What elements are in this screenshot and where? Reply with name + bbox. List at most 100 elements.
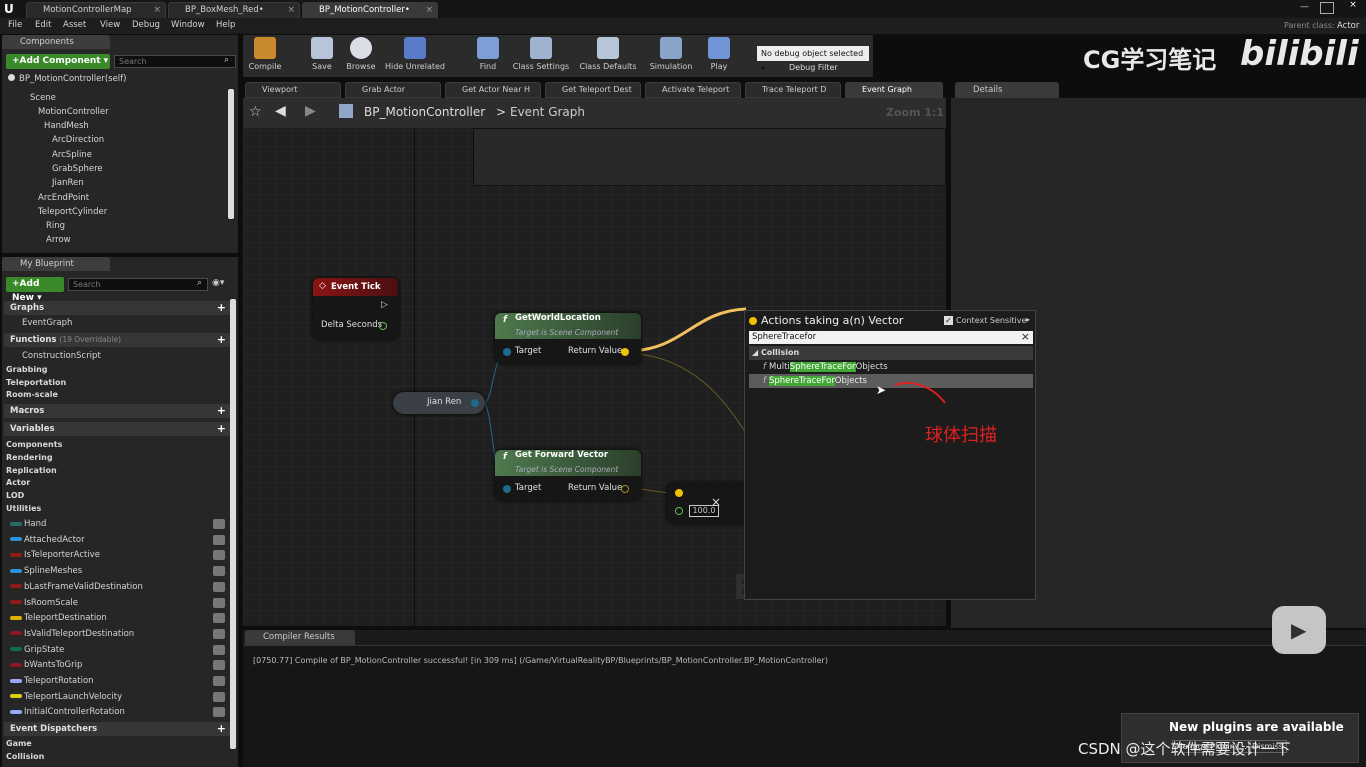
variable-item[interactable]: InitialControllerRotation (10, 707, 125, 717)
variable-item[interactable]: AttachedActor (10, 535, 85, 545)
doc-tab-motioncontroller[interactable]: BP_MotionController• × (302, 2, 438, 18)
tree-arcendpoint[interactable]: ArcEndPoint (38, 193, 89, 203)
tab-get-actor-near-hand[interactable]: Get Actor Near H (445, 82, 541, 98)
debug-object-select[interactable]: No debug object selected ▾ (757, 46, 869, 73)
variables-header[interactable]: Variables + (4, 422, 230, 436)
target-pin[interactable] (503, 348, 511, 356)
multiply-node[interactable]: × 100.0 (667, 483, 751, 523)
close-icon[interactable]: × (425, 3, 433, 17)
context-menu[interactable]: Actions taking a(n) Vector ✓ Context Sen… (744, 310, 1036, 600)
doc-tab-boxmesh[interactable]: BP_BoxMesh_Red• × (168, 2, 300, 18)
jian-ren-pin[interactable] (471, 399, 479, 407)
visibility-eye-icon[interactable] (213, 597, 225, 608)
construction-script-item[interactable]: ConstructionScript (22, 351, 101, 361)
category-teleportation[interactable]: Teleportation (6, 378, 66, 387)
menu-edit[interactable]: Edit (35, 20, 51, 30)
menu-help[interactable]: Help (216, 20, 235, 30)
components-scrollbar[interactable] (228, 89, 234, 219)
menu-debug[interactable]: Debug (132, 20, 160, 30)
event-tick-node[interactable]: Event Tick ◇ ▷ Delta Seconds (313, 278, 398, 339)
variable-item[interactable]: Hand (10, 519, 46, 529)
functions-header[interactable]: Functions (19 Overridable) + (4, 333, 230, 347)
visibility-eye-icon[interactable] (213, 691, 225, 702)
category-game[interactable]: Game (6, 739, 32, 748)
add-variable-icon[interactable]: + (217, 422, 226, 436)
category-grabbing[interactable]: Grabbing (6, 365, 48, 374)
multiplier-input[interactable]: 100.0 (689, 505, 719, 517)
tree-motioncontroller[interactable]: MotionController (38, 107, 109, 117)
visibility-eye-icon[interactable] (213, 581, 225, 592)
close-icon[interactable]: × (153, 3, 161, 17)
class-settings-button[interactable]: Class Settings (511, 37, 571, 71)
add-component-button[interactable]: +Add Component ▾ (6, 54, 110, 69)
float-input-pin[interactable] (675, 507, 683, 515)
visibility-eye-icon[interactable] (213, 534, 225, 545)
visibility-eye-icon[interactable] (213, 550, 225, 561)
menu-file[interactable]: File (8, 20, 22, 30)
tree-grabsphere[interactable]: GrabSphere (52, 164, 103, 174)
parent-class-value[interactable]: Actor (1337, 21, 1359, 31)
tab-get-teleport-dest[interactable]: Get Teleport Dest (545, 82, 641, 98)
add-function-icon[interactable]: + (217, 333, 226, 347)
category-room-scale[interactable]: Room-scale (6, 390, 58, 399)
visibility-eye-icon[interactable] (213, 566, 225, 577)
close-icon[interactable]: × (287, 3, 295, 17)
visibility-eye-icon[interactable] (213, 613, 225, 624)
blueprint-search-input[interactable]: Search (68, 278, 208, 291)
variable-item[interactable]: IsTeleporterActive (10, 550, 100, 560)
variable-item[interactable]: TeleportDestination (10, 613, 107, 623)
compiler-results-tab[interactable]: Compiler Results (245, 630, 355, 645)
variable-item[interactable]: TeleportRotation (10, 676, 94, 686)
add-dispatcher-icon[interactable]: + (217, 722, 226, 736)
details-tab[interactable]: Details (955, 82, 1059, 98)
add-graph-icon[interactable]: + (217, 301, 226, 315)
return-value-pin[interactable] (621, 485, 629, 493)
target-pin[interactable] (503, 485, 511, 493)
tree-handmesh[interactable]: HandMesh (44, 121, 89, 131)
tree-scene[interactable]: Scene (30, 93, 56, 103)
find-button[interactable]: Find (473, 37, 503, 71)
event-dispatchers-header[interactable]: Event Dispatchers + (4, 722, 230, 736)
visibility-eye-icon[interactable] (213, 660, 225, 671)
add-new-button[interactable]: +Add New ▾ (6, 277, 64, 303)
tree-jianren[interactable]: JianRen (52, 178, 84, 188)
compile-button[interactable]: Compile (245, 37, 285, 71)
clear-search-icon[interactable]: × (1021, 330, 1030, 343)
menu-window[interactable]: Window (171, 20, 205, 30)
action-multi-sphere-trace[interactable]: f MultiSphereTraceForObjects (749, 360, 1033, 374)
tab-viewport[interactable]: Viewport (245, 82, 341, 98)
simulation-button[interactable]: Simulation (647, 37, 695, 71)
action-sphere-trace-selected[interactable]: f SphereTraceForObjects (749, 374, 1033, 388)
category-utilities[interactable]: Utilities (6, 504, 41, 513)
close-window-button[interactable]: × (1344, 0, 1362, 14)
graphs-header[interactable]: Graphs + (4, 301, 230, 315)
tree-arcdirection[interactable]: ArcDirection (52, 135, 104, 145)
category-rendering[interactable]: Rendering (6, 453, 53, 462)
tree-ring[interactable]: Ring (46, 221, 65, 231)
menu-asset[interactable]: Asset (63, 20, 86, 30)
add-macro-icon[interactable]: + (217, 404, 226, 418)
context-sensitive-checkbox[interactable]: ✓ (944, 316, 953, 325)
category-lod[interactable]: LOD (6, 491, 24, 500)
visibility-eye-icon[interactable] (213, 707, 225, 718)
blueprint-scrollbar[interactable] (230, 299, 236, 749)
my-blueprint-tab[interactable]: My Blueprint (2, 257, 110, 271)
action-search-input[interactable]: SphereTracefor × (749, 330, 1033, 344)
exec-pin[interactable]: ▷ (381, 300, 388, 310)
event-graph-item[interactable]: EventGraph (22, 318, 72, 328)
category-components[interactable]: Components (6, 440, 62, 449)
delta-seconds-pin[interactable] (379, 322, 387, 330)
doc-tab-map[interactable]: MotionControllerMap × (26, 2, 166, 18)
variable-item[interactable]: IsRoomScale (10, 598, 78, 608)
components-tab[interactable]: Components (2, 35, 110, 49)
visibility-eye-icon[interactable] (213, 628, 225, 639)
get-forward-vector-node[interactable]: Get Forward Vector f Target is Scene Com… (495, 450, 641, 500)
jian-ren-node[interactable]: Jian Ren (393, 392, 485, 414)
tree-arcspline[interactable]: ArcSpline (52, 150, 92, 160)
menu-view[interactable]: View (100, 20, 120, 30)
variable-item[interactable]: bLastFrameValidDestination (10, 582, 143, 592)
browse-button[interactable]: Browse (343, 37, 379, 71)
category-replication[interactable]: Replication (6, 466, 57, 475)
visibility-eye-icon[interactable] (213, 644, 225, 655)
return-value-pin[interactable] (621, 348, 629, 356)
